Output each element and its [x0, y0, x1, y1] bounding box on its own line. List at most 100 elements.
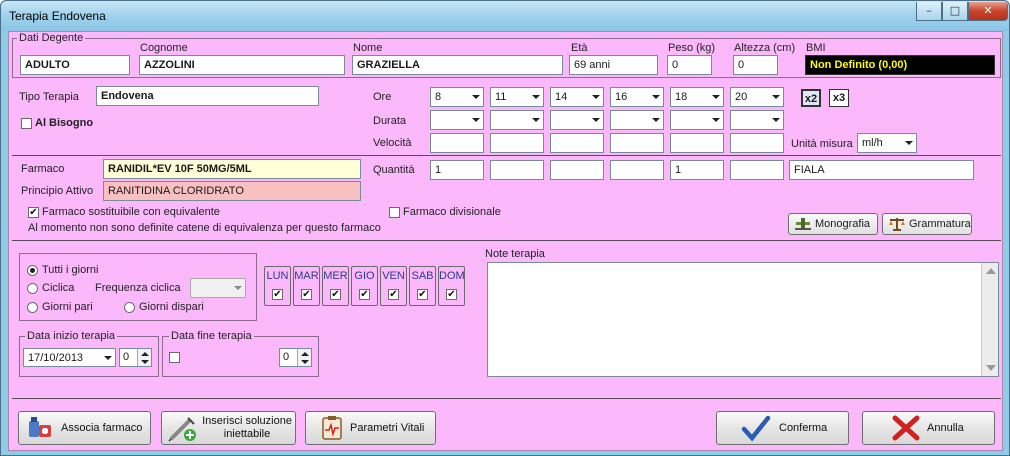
- divisional-label: Farmaco divisionale: [403, 206, 501, 218]
- hour-select-4[interactable]: 16: [610, 87, 664, 107]
- associa-farmaco-button[interactable]: Associa farmaco: [18, 411, 151, 445]
- quantity-field-2[interactable]: [490, 160, 544, 180]
- cyclic-frequency-label: Frequenza ciclica: [95, 282, 181, 294]
- hour-select-5[interactable]: 18: [670, 87, 724, 107]
- monografia-button[interactable]: Monografia: [788, 213, 878, 235]
- weight-label: Peso (kg): [668, 42, 716, 54]
- start-date-picker[interactable]: 17/10/2013: [23, 348, 116, 367]
- age-field[interactable]: 69 anni: [569, 55, 658, 75]
- even-days-radio[interactable]: [27, 302, 38, 313]
- duration-select-4[interactable]: [610, 110, 664, 130]
- duration-select-2[interactable]: [490, 110, 544, 130]
- window-title: Terapia Endovena: [9, 9, 106, 23]
- day-mer-checkbox[interactable]: ✔: [330, 289, 341, 300]
- day-mar-checkbox[interactable]: ✔: [301, 289, 312, 300]
- clipboard-vitals-icon: [322, 416, 342, 440]
- day-gio: GIO ✔: [351, 266, 378, 306]
- speed-field-3[interactable]: [550, 133, 604, 153]
- maximize-button[interactable]: □: [942, 2, 968, 21]
- principle-label: Principio Attivo: [21, 185, 94, 197]
- quantity-label: Quantità: [373, 164, 415, 176]
- medicine-bottle-icon: [29, 417, 51, 437]
- day-dom: DOM ✔: [438, 266, 465, 306]
- scroll-down-icon[interactable]: [986, 365, 996, 371]
- quantity-field-3[interactable]: [550, 160, 604, 180]
- quantity-field-6[interactable]: [730, 160, 784, 180]
- scale-icon: [889, 218, 905, 231]
- unit-label: Unità misura: [791, 138, 853, 150]
- day-sab-checkbox[interactable]: ✔: [417, 289, 428, 300]
- title-bar: Terapia Endovena – □ ✕: [1, 1, 1009, 31]
- quantity-field-1[interactable]: 1: [430, 160, 484, 180]
- x3-button[interactable]: x3: [829, 89, 849, 107]
- surname-field[interactable]: AZZOLINI: [139, 55, 345, 75]
- hour-select-1[interactable]: 8: [430, 87, 484, 107]
- syringe-icon: [168, 417, 196, 442]
- duration-select-6[interactable]: [730, 110, 784, 130]
- bmi-field: Non Definito (0,00): [805, 55, 995, 75]
- close-button[interactable]: ✕: [968, 2, 1008, 21]
- conferma-button[interactable]: Conferma: [716, 411, 849, 445]
- divisional-checkbox[interactable]: [389, 207, 400, 218]
- grammatura-button[interactable]: Grammatura: [882, 213, 972, 235]
- divider-middle: [12, 240, 1001, 241]
- hour-select-2[interactable]: 11: [490, 87, 544, 107]
- annulla-button[interactable]: Annulla: [862, 411, 995, 445]
- quantity-unit-field[interactable]: FIALA: [789, 160, 974, 180]
- odd-days-radio[interactable]: [124, 302, 135, 313]
- quantity-field-5[interactable]: 1: [670, 160, 724, 180]
- cyclic-radio[interactable]: [27, 283, 38, 294]
- speed-field-1[interactable]: [430, 133, 484, 153]
- cyclic-frequency-select[interactable]: [190, 278, 246, 298]
- cyclic-label: Ciclica: [42, 282, 75, 294]
- end-date-label: Data fine terapia: [169, 330, 254, 342]
- monograph-icon: [795, 218, 811, 230]
- duration-select-5[interactable]: [670, 110, 724, 130]
- parametri-vitali-button[interactable]: Parametri Vitali: [305, 411, 436, 445]
- quantity-field-4[interactable]: [610, 160, 664, 180]
- substitutable-checkbox[interactable]: ✔: [28, 207, 39, 218]
- day-sab: SAB ✔: [409, 266, 436, 306]
- as-needed-checkbox[interactable]: [21, 118, 32, 129]
- duration-label: Durata: [373, 115, 407, 127]
- as-needed-label: Al Bisogno: [35, 117, 94, 129]
- day-lun-checkbox[interactable]: ✔: [272, 289, 283, 300]
- duration-select-1[interactable]: [430, 110, 484, 130]
- surname-label: Cognome: [140, 42, 188, 54]
- duration-select-3[interactable]: [550, 110, 604, 130]
- unit-select[interactable]: ml/h: [857, 133, 917, 153]
- height-field[interactable]: 0: [733, 55, 778, 75]
- speed-field-5[interactable]: [670, 133, 724, 153]
- day-ven-checkbox[interactable]: ✔: [388, 289, 399, 300]
- scroll-up-icon[interactable]: [986, 268, 996, 274]
- patient-category-field[interactable]: ADULTO: [20, 55, 130, 75]
- drug-field[interactable]: RANIDIL*EV 10F 50MG/5ML: [103, 159, 361, 179]
- notes-scrollbar[interactable]: [981, 263, 998, 376]
- day-dom-checkbox[interactable]: ✔: [446, 289, 457, 300]
- x2-button[interactable]: x2: [801, 89, 821, 107]
- end-count-spinner[interactable]: 0: [279, 348, 312, 367]
- odd-days-label: Giorni dispari: [139, 301, 204, 313]
- hours-label: Ore: [373, 91, 392, 103]
- speed-field-2[interactable]: [490, 133, 544, 153]
- all-days-radio[interactable]: [27, 265, 38, 276]
- speed-field-4[interactable]: [610, 133, 664, 153]
- speed-field-6[interactable]: [730, 133, 784, 153]
- start-date-label: Data inizio terapia: [25, 330, 118, 342]
- weight-field[interactable]: 0: [667, 55, 712, 75]
- cancel-x-icon: [892, 415, 920, 441]
- therapy-type-field[interactable]: Endovena: [96, 86, 319, 106]
- minimize-button[interactable]: –: [916, 2, 942, 21]
- substitutable-note: Al momento non sono definite catene di e…: [28, 222, 381, 234]
- dialog-body: Dati Degente ADULTO Cognome AZZOLINI Nom…: [8, 31, 1003, 451]
- day-gio-checkbox[interactable]: ✔: [359, 289, 370, 300]
- start-count-spinner[interactable]: 0: [119, 348, 152, 367]
- notes-textarea[interactable]: [487, 262, 999, 377]
- hour-select-3[interactable]: 14: [550, 87, 604, 107]
- hour-select-6[interactable]: 20: [730, 87, 784, 107]
- name-field[interactable]: GRAZIELLA: [352, 55, 563, 75]
- checkmark-icon: [741, 415, 771, 442]
- end-date-checkbox[interactable]: [169, 352, 180, 363]
- inserisci-soluzione-button[interactable]: Inserisci soluzione iniettabile: [161, 411, 296, 445]
- therapy-type-label: Tipo Terapia: [19, 91, 79, 103]
